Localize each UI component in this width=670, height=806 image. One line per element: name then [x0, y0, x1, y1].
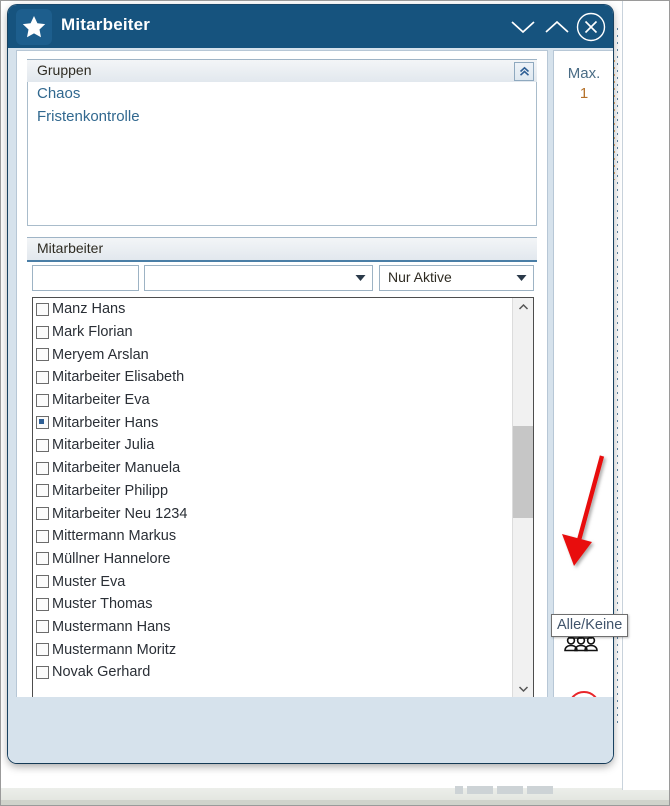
screen: Mitarbeiter Gruppen Chaos Fristenkontrol…	[0, 0, 670, 806]
list-item[interactable]: Fristenkontrolle	[28, 105, 536, 128]
employees-header: Mitarbeiter	[27, 237, 537, 262]
list-item-label: Mustermann Hans	[52, 618, 171, 635]
list-item[interactable]: Mittermann Markus	[33, 525, 511, 548]
checkbox[interactable]	[36, 348, 49, 362]
list-scrollbar[interactable]	[512, 298, 533, 698]
background-guide-line-accent	[614, 60, 615, 180]
list-item[interactable]: Mitarbeiter Julia	[33, 434, 511, 457]
list-item-label: Manz Hans	[52, 301, 126, 318]
list-item[interactable]: Muster Thomas	[33, 593, 511, 616]
search-input[interactable]	[32, 265, 139, 291]
checkbox[interactable]	[36, 370, 49, 384]
list-item-label: Mitarbeiter Elisabeth	[52, 369, 185, 386]
content-card: Gruppen Chaos Fristenkontrolle Mitarbeit…	[16, 50, 548, 738]
groups-panel: Gruppen Chaos Fristenkontrolle	[27, 59, 537, 227]
scrollbar-thumb[interactable]	[513, 426, 533, 518]
list-item[interactable]: Meryem Arslan	[33, 343, 511, 366]
list-item[interactable]: Mitarbeiter Manuela	[33, 457, 511, 480]
list-item-label: Mitarbeiter Eva	[52, 392, 150, 409]
checkbox[interactable]	[36, 597, 49, 611]
list-item[interactable]: Mustermann Hans	[33, 616, 511, 639]
right-app-panel	[623, 0, 670, 790]
checkbox[interactable]	[36, 461, 49, 475]
groups-header: Gruppen	[27, 59, 537, 84]
status-filter-select[interactable]: Nur Aktive	[379, 265, 534, 291]
list-item[interactable]: Müllner Hannelore	[33, 548, 511, 571]
scroll-up-button[interactable]	[513, 298, 533, 316]
checkbox[interactable]	[36, 484, 49, 498]
list-item[interactable]: Mitarbeiter Eva	[33, 389, 511, 412]
list-item[interactable]: Chaos	[28, 82, 536, 105]
list-item-label: Mittermann Markus	[52, 528, 177, 545]
employees-list[interactable]: Manz Hans Mark Florian Meryem Arslan Mitarb…	[32, 297, 534, 699]
list-item-label: Mustermann Moritz	[52, 641, 177, 658]
checkbox[interactable]	[36, 552, 49, 566]
mitarbeiter-dialog: Mitarbeiter Gruppen Chaos Fristenkontrol…	[8, 5, 613, 763]
list-item-label: Müllner Hannelore	[52, 550, 171, 567]
employees-header-label: Mitarbeiter	[37, 240, 104, 256]
checkbox[interactable]	[36, 529, 49, 543]
checkbox[interactable]	[36, 575, 49, 589]
bottom-marks	[455, 786, 655, 794]
list-item[interactable]: Manz Hans	[33, 298, 511, 321]
checkbox[interactable]	[36, 325, 49, 339]
max-value: 1	[579, 85, 589, 102]
max-label: Max.	[567, 65, 601, 82]
maximize-button[interactable]	[540, 11, 574, 43]
list-item-label: Mitarbeiter Manuela	[52, 460, 181, 477]
list-item[interactable]: Novak Gerhard	[33, 661, 511, 684]
list-item[interactable]: Mitarbeiter Philipp	[33, 480, 511, 503]
filter-row: Nur Aktive	[27, 265, 537, 291]
minimize-button[interactable]	[506, 11, 540, 43]
chevron-down-icon[interactable]	[510, 267, 532, 289]
page-bottom-strip-dark	[0, 800, 670, 806]
groups-header-label: Gruppen	[37, 62, 92, 78]
checkbox[interactable]	[36, 620, 49, 634]
employees-rows: Manz Hans Mark Florian Meryem Arslan Mitarb…	[33, 298, 511, 684]
list-item-label: Mark Florian	[52, 324, 133, 341]
double-chevron-up-icon[interactable]	[514, 62, 534, 81]
page-title: Mitarbeiter	[61, 15, 151, 34]
list-item[interactable]: Mitarbeiter Neu 1234	[33, 502, 511, 525]
title-bar: Mitarbeiter	[8, 5, 613, 48]
list-item-label: Muster Eva	[52, 573, 126, 590]
checkbox[interactable]	[36, 665, 49, 679]
checkbox[interactable]	[36, 643, 49, 657]
group-filter-select[interactable]	[144, 265, 373, 291]
star-icon	[16, 9, 52, 45]
list-item[interactable]: Mark Florian	[33, 321, 511, 344]
checkbox[interactable]	[36, 302, 49, 316]
checkbox[interactable]	[36, 416, 49, 430]
list-item-label: Meryem Arslan	[52, 346, 149, 363]
employees-panel: Mitarbeiter Nur Aktive Manz Hans Mark Fl…	[27, 237, 537, 729]
dialog-body: Gruppen Chaos Fristenkontrolle Mitarbeit…	[8, 48, 613, 763]
tooltip: Alle/Keine	[551, 614, 629, 637]
close-button[interactable]	[573, 11, 609, 43]
list-item-label: Muster Thomas	[52, 596, 153, 613]
status-filter-value: Nur Aktive	[388, 269, 452, 285]
checkbox[interactable]	[36, 507, 49, 521]
list-item-label: Mitarbeiter Philipp	[52, 482, 169, 499]
list-item[interactable]: Muster Eva	[33, 570, 511, 593]
scroll-down-button[interactable]	[513, 680, 533, 698]
checkbox[interactable]	[36, 438, 49, 452]
list-item[interactable]: Mustermann Moritz	[33, 638, 511, 661]
groups-list[interactable]: Chaos Fristenkontrolle	[27, 82, 537, 226]
list-item[interactable]: Mitarbeiter Elisabeth	[33, 366, 511, 389]
chevron-down-icon[interactable]	[349, 267, 371, 289]
list-item-label: Mitarbeiter Neu 1234	[52, 505, 188, 522]
checkbox[interactable]	[36, 393, 49, 407]
list-item-label: Mitarbeiter Julia	[52, 437, 155, 454]
list-item-label: Mitarbeiter Hans	[52, 414, 159, 431]
dialog-footer	[8, 697, 613, 763]
list-item-label: Novak Gerhard	[52, 664, 151, 681]
list-item[interactable]: Mitarbeiter Hans	[33, 411, 511, 434]
